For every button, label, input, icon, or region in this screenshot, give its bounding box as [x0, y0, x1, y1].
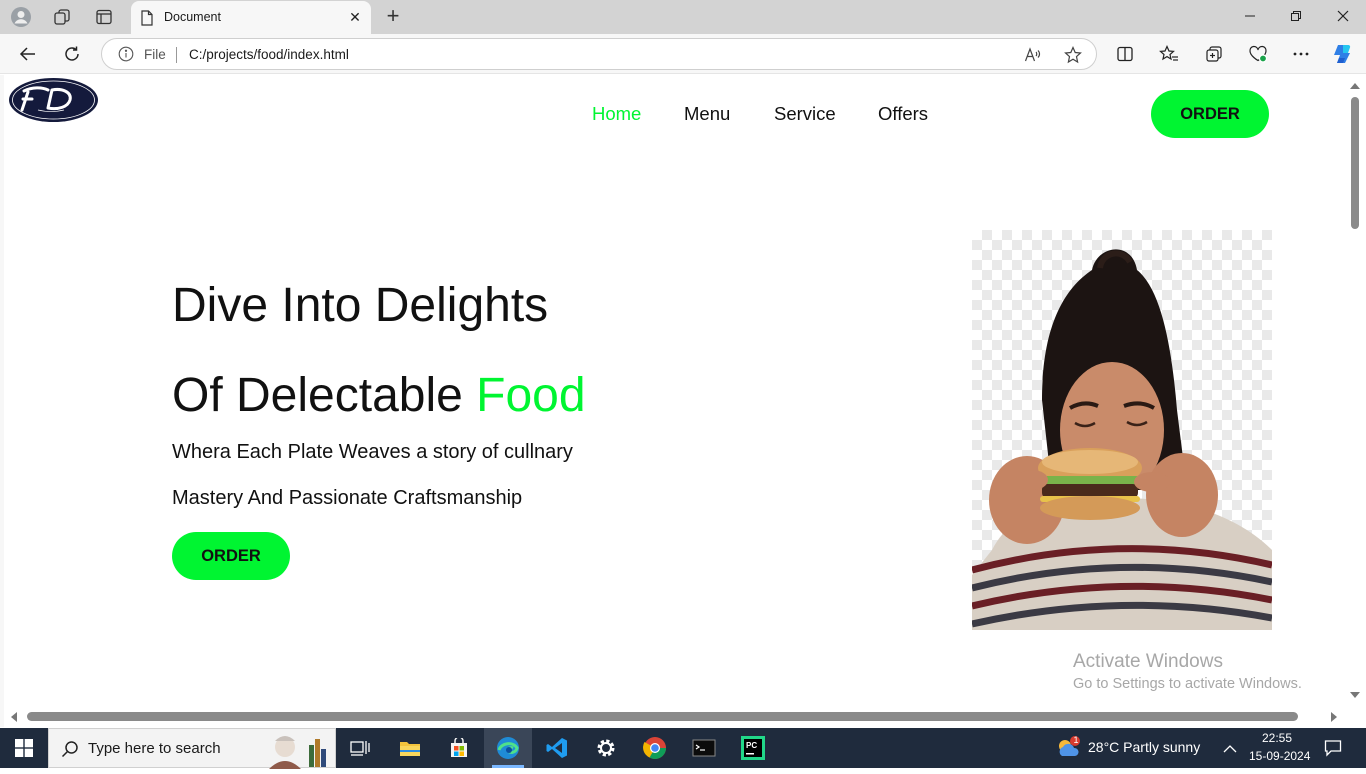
- favorite-star-icon[interactable]: [1064, 46, 1082, 64]
- close-tab-icon[interactable]: ✕: [347, 9, 363, 25]
- browser-toolbar: File C:/projects/food/index.html: [0, 34, 1366, 74]
- minimize-icon[interactable]: [1239, 6, 1261, 28]
- terminal-icon[interactable]: [680, 728, 728, 768]
- scroll-up-arrow-icon[interactable]: [1350, 83, 1360, 89]
- hero-order-button[interactable]: ORDER: [172, 532, 290, 580]
- hero-subtitle-line1: Whera Each Plate Weaves a story of culln…: [172, 441, 573, 463]
- browser-essentials-icon[interactable]: [1246, 42, 1270, 66]
- activate-windows-title: Activate Windows: [1073, 651, 1223, 672]
- hero-heading-line1: Dive Into Delights: [172, 279, 549, 332]
- svg-text:PC: PC: [746, 741, 757, 750]
- scroll-left-arrow-icon[interactable]: [11, 712, 17, 722]
- activate-windows-subtitle: Go to Settings to activate Windows.: [1073, 676, 1302, 692]
- favorites-icon[interactable]: [1157, 42, 1181, 66]
- taskbar-search-box[interactable]: Type here to search: [48, 728, 336, 769]
- scroll-down-arrow-icon[interactable]: [1350, 692, 1360, 698]
- read-aloud-icon[interactable]: [1024, 46, 1042, 64]
- workspaces-icon[interactable]: [50, 5, 74, 29]
- more-options-icon[interactable]: [1289, 42, 1313, 66]
- weather-badge: 1: [1073, 735, 1079, 745]
- horizontal-scrollbar[interactable]: [4, 708, 1346, 727]
- file-explorer-icon[interactable]: [386, 728, 434, 768]
- clock-time[interactable]: 22:55: [1262, 731, 1292, 745]
- refresh-icon[interactable]: [60, 42, 84, 66]
- nav-link-menu[interactable]: Menu: [684, 103, 730, 125]
- split-screen-icon[interactable]: [1113, 42, 1137, 66]
- close-window-icon[interactable]: [1332, 6, 1354, 28]
- browser-tab-document[interactable]: Document ✕: [131, 1, 371, 34]
- address-scheme-label: File: [144, 47, 166, 62]
- pycharm-icon[interactable]: PC: [729, 728, 777, 768]
- horizontal-scroll-thumb[interactable]: [27, 712, 1298, 721]
- hero-heading-accent: Food: [476, 369, 586, 422]
- search-highlight-illustration-icon: [267, 729, 333, 774]
- taskbar-search-placeholder: Type here to search: [88, 740, 221, 757]
- collections-icon[interactable]: [1202, 42, 1226, 66]
- restore-icon[interactable]: [1285, 6, 1307, 28]
- nav-link-home[interactable]: Home: [592, 103, 641, 125]
- address-url[interactable]: C:/projects/food/index.html: [189, 47, 349, 62]
- notifications-icon[interactable]: [1324, 739, 1342, 762]
- vscode-icon[interactable]: [533, 728, 581, 768]
- search-icon: [61, 740, 79, 763]
- chrome-icon[interactable]: [631, 728, 679, 768]
- weather-text[interactable]: 28°C Partly sunny: [1088, 739, 1200, 755]
- settings-gear-icon[interactable]: [582, 728, 630, 768]
- windows-start-icon[interactable]: [0, 728, 48, 768]
- page-icon: [140, 10, 154, 31]
- task-view-icon[interactable]: [336, 728, 384, 768]
- microsoft-store-icon[interactable]: [435, 728, 483, 768]
- header-order-button[interactable]: ORDER: [1151, 90, 1269, 138]
- address-bar[interactable]: File C:/projects/food/index.html: [101, 38, 1097, 70]
- vertical-scroll-thumb[interactable]: [1351, 97, 1359, 229]
- scrollbar-corner: [1346, 708, 1366, 727]
- vertical-tabs-icon[interactable]: [92, 5, 116, 29]
- hero-heading-line2: Of Delectable Food: [172, 368, 586, 423]
- back-arrow-icon[interactable]: [16, 42, 40, 66]
- new-tab-icon[interactable]: +: [381, 5, 405, 29]
- edge-browser-icon[interactable]: [484, 728, 532, 768]
- vertical-scrollbar[interactable]: [1346, 75, 1366, 708]
- nav-link-offers[interactable]: Offers: [878, 103, 928, 125]
- page-viewport: Home Menu Service Offers ORDER Dive Into…: [4, 75, 1346, 708]
- site-info-icon[interactable]: [118, 46, 134, 62]
- show-hidden-icons-chevron-icon[interactable]: [1223, 741, 1237, 759]
- profile-icon[interactable]: [9, 5, 33, 29]
- hero-heading-prefix: Of Delectable: [172, 369, 477, 422]
- scroll-right-arrow-icon[interactable]: [1331, 712, 1337, 722]
- copilot-icon[interactable]: [1331, 42, 1355, 66]
- site-logo[interactable]: [8, 77, 99, 123]
- clock-date[interactable]: 15-09-2024: [1249, 749, 1310, 763]
- hero-subtitle-line2: Mastery And Passionate Craftsmanship: [172, 487, 523, 509]
- browser-tab-strip: Document ✕ +: [0, 0, 1366, 34]
- nav-link-service[interactable]: Service: [774, 103, 836, 125]
- hero-image-woman-eating-burger: [972, 230, 1272, 630]
- tab-title: Document: [164, 10, 221, 24]
- address-separator: [176, 47, 177, 63]
- windows-taskbar: Type here to search PC 1 28°C Partly sun…: [0, 728, 1366, 769]
